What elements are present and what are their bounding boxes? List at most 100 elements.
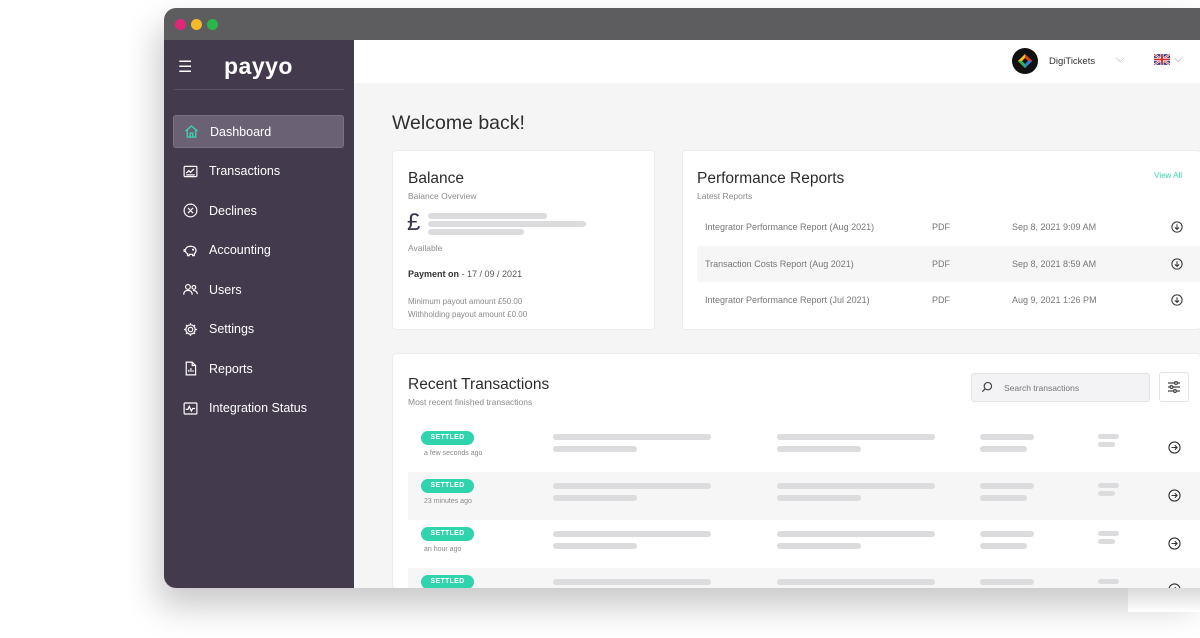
sidebar-item-label: Users xyxy=(209,282,242,297)
piggy-bank-icon xyxy=(181,241,199,259)
window-minimize-dot[interactable] xyxy=(191,19,202,30)
report-date: Aug 9, 2021 1:26 PM xyxy=(1012,295,1097,305)
transaction-skeleton xyxy=(1098,442,1115,447)
sidebar-item-accounting[interactable]: Accounting xyxy=(173,234,344,267)
account-avatar[interactable] xyxy=(1012,48,1038,74)
sidebar-item-declines[interactable]: Declines xyxy=(173,194,344,227)
transaction-skeleton xyxy=(553,531,711,537)
circle-x-icon xyxy=(181,202,199,220)
transactions-icon xyxy=(181,162,199,180)
balance-skeleton xyxy=(428,221,586,227)
arrow-right-circle-icon[interactable] xyxy=(1168,537,1181,550)
arrow-right-circle-icon[interactable] xyxy=(1168,489,1181,502)
sidebar-item-label: Accounting xyxy=(209,243,271,257)
transaction-skeleton xyxy=(980,446,1027,452)
chevron-down-icon[interactable]: ⌵ xyxy=(1116,53,1124,66)
payment-on-date: - 17 / 09 / 2021 xyxy=(461,269,523,279)
sidebar-item-settings[interactable]: Settings xyxy=(173,313,344,346)
transaction-skeleton xyxy=(777,483,935,489)
uk-flag-icon[interactable] xyxy=(1154,54,1170,65)
download-icon[interactable] xyxy=(1171,221,1183,233)
chevron-down-icon[interactable]: ⌵ xyxy=(1174,53,1182,66)
window-titlebar xyxy=(164,8,1200,40)
sidebar-nav: Dashboard Transactions Declines Accounti… xyxy=(173,115,344,431)
sidebar-item-label: Integration Status xyxy=(209,401,307,415)
transaction-skeleton xyxy=(980,531,1034,537)
transaction-skeleton xyxy=(553,543,637,549)
transaction-row[interactable]: SETTLED xyxy=(408,568,1200,588)
available-label: Available xyxy=(408,243,443,253)
account-name[interactable]: DigiTickets xyxy=(1049,56,1095,67)
transaction-row[interactable]: SETTLED 23 minutes ago xyxy=(408,472,1200,520)
transaction-row[interactable]: SETTLED a few seconds ago xyxy=(408,424,1200,472)
transaction-skeleton xyxy=(980,495,1027,501)
transaction-skeleton xyxy=(1098,539,1115,544)
gear-icon xyxy=(181,320,199,338)
report-format: PDF xyxy=(932,259,950,269)
balance-skeleton xyxy=(428,229,524,235)
report-date: Sep 8, 2021 8:59 AM xyxy=(1012,259,1097,269)
sidebar-item-label: Settings xyxy=(209,322,255,336)
report-date: Sep 8, 2021 9:09 AM xyxy=(1012,222,1097,232)
search-input[interactable] xyxy=(1002,379,1146,397)
minimum-payout: Minimum payout amount £50.00 xyxy=(408,297,523,306)
transaction-skeleton xyxy=(777,434,935,440)
activity-chart-icon xyxy=(181,399,199,417)
transaction-skeleton xyxy=(1098,579,1119,584)
recent-title: Recent Transactions xyxy=(408,376,550,393)
sidebar-item-transactions[interactable]: Transactions xyxy=(173,155,344,188)
report-file-icon xyxy=(181,360,199,378)
sidebar-divider xyxy=(174,89,344,90)
performance-subtitle: Latest Reports xyxy=(697,191,753,201)
transaction-skeleton xyxy=(980,483,1034,489)
filter-button[interactable] xyxy=(1159,372,1189,402)
search-box xyxy=(971,373,1150,402)
window-maximize-dot[interactable] xyxy=(207,19,218,30)
transaction-time: an hour ago xyxy=(424,546,462,553)
payment-on-label: Payment on xyxy=(408,269,460,279)
report-row[interactable]: Integrator Performance Report (Aug 2021)… xyxy=(697,209,1200,245)
digitickets-logo-icon xyxy=(1018,54,1032,68)
sidebar-item-integration-status[interactable]: Integration Status xyxy=(173,392,344,425)
download-icon[interactable] xyxy=(1171,258,1183,270)
transaction-skeleton xyxy=(777,543,861,549)
transaction-skeleton xyxy=(553,483,711,489)
status-badge: SETTLED xyxy=(421,479,474,493)
transaction-skeleton xyxy=(1098,531,1119,536)
report-row[interactable]: Transaction Costs Report (Aug 2021) PDF … xyxy=(697,246,1200,282)
transaction-skeleton xyxy=(777,446,861,452)
report-row[interactable]: Integrator Performance Report (Jul 2021)… xyxy=(697,282,1200,318)
balance-skeleton xyxy=(428,213,547,219)
transaction-skeleton xyxy=(980,543,1027,549)
transaction-skeleton xyxy=(1098,483,1119,488)
app-window: ☰ payyo Dashboard Transactions Declines xyxy=(164,8,1200,588)
transaction-row[interactable]: SETTLED an hour ago xyxy=(408,520,1200,568)
status-badge: SETTLED xyxy=(421,431,474,445)
sidebar-item-label: Reports xyxy=(209,361,253,376)
report-format: PDF xyxy=(932,295,950,305)
status-badge: SETTLED xyxy=(421,575,474,588)
sidebar-item-users[interactable]: Users xyxy=(173,273,344,306)
sidebar-item-label: Declines xyxy=(209,203,257,218)
transaction-skeleton xyxy=(553,434,711,440)
transaction-time: 23 minutes ago xyxy=(424,498,472,505)
report-name: Transaction Costs Report (Aug 2021) xyxy=(705,259,854,269)
performance-reports-card: Performance Reports Latest Reports View … xyxy=(683,151,1200,329)
sidebar-item-dashboard[interactable]: Dashboard xyxy=(173,115,344,148)
window-close-dot[interactable] xyxy=(175,19,186,30)
search-icon xyxy=(981,381,993,393)
balance-subtitle: Balance Overview xyxy=(408,191,477,201)
withholding-payout: Withholding payout amount £0.00 xyxy=(408,310,528,319)
transaction-skeleton xyxy=(980,579,1034,585)
recent-subtitle: Most recent finished transactions xyxy=(408,397,533,407)
download-icon[interactable] xyxy=(1171,294,1183,306)
transaction-time: a few seconds ago xyxy=(424,450,483,457)
home-icon xyxy=(182,123,200,141)
hamburger-menu-icon[interactable]: ☰ xyxy=(178,60,192,76)
arrow-right-circle-icon[interactable] xyxy=(1168,441,1181,454)
report-format: PDF xyxy=(932,222,950,232)
view-all-link[interactable]: View All xyxy=(1154,171,1182,180)
sidebar-item-reports[interactable]: Reports xyxy=(173,352,344,385)
users-icon xyxy=(181,281,199,299)
currency-symbol: £ xyxy=(407,209,421,236)
